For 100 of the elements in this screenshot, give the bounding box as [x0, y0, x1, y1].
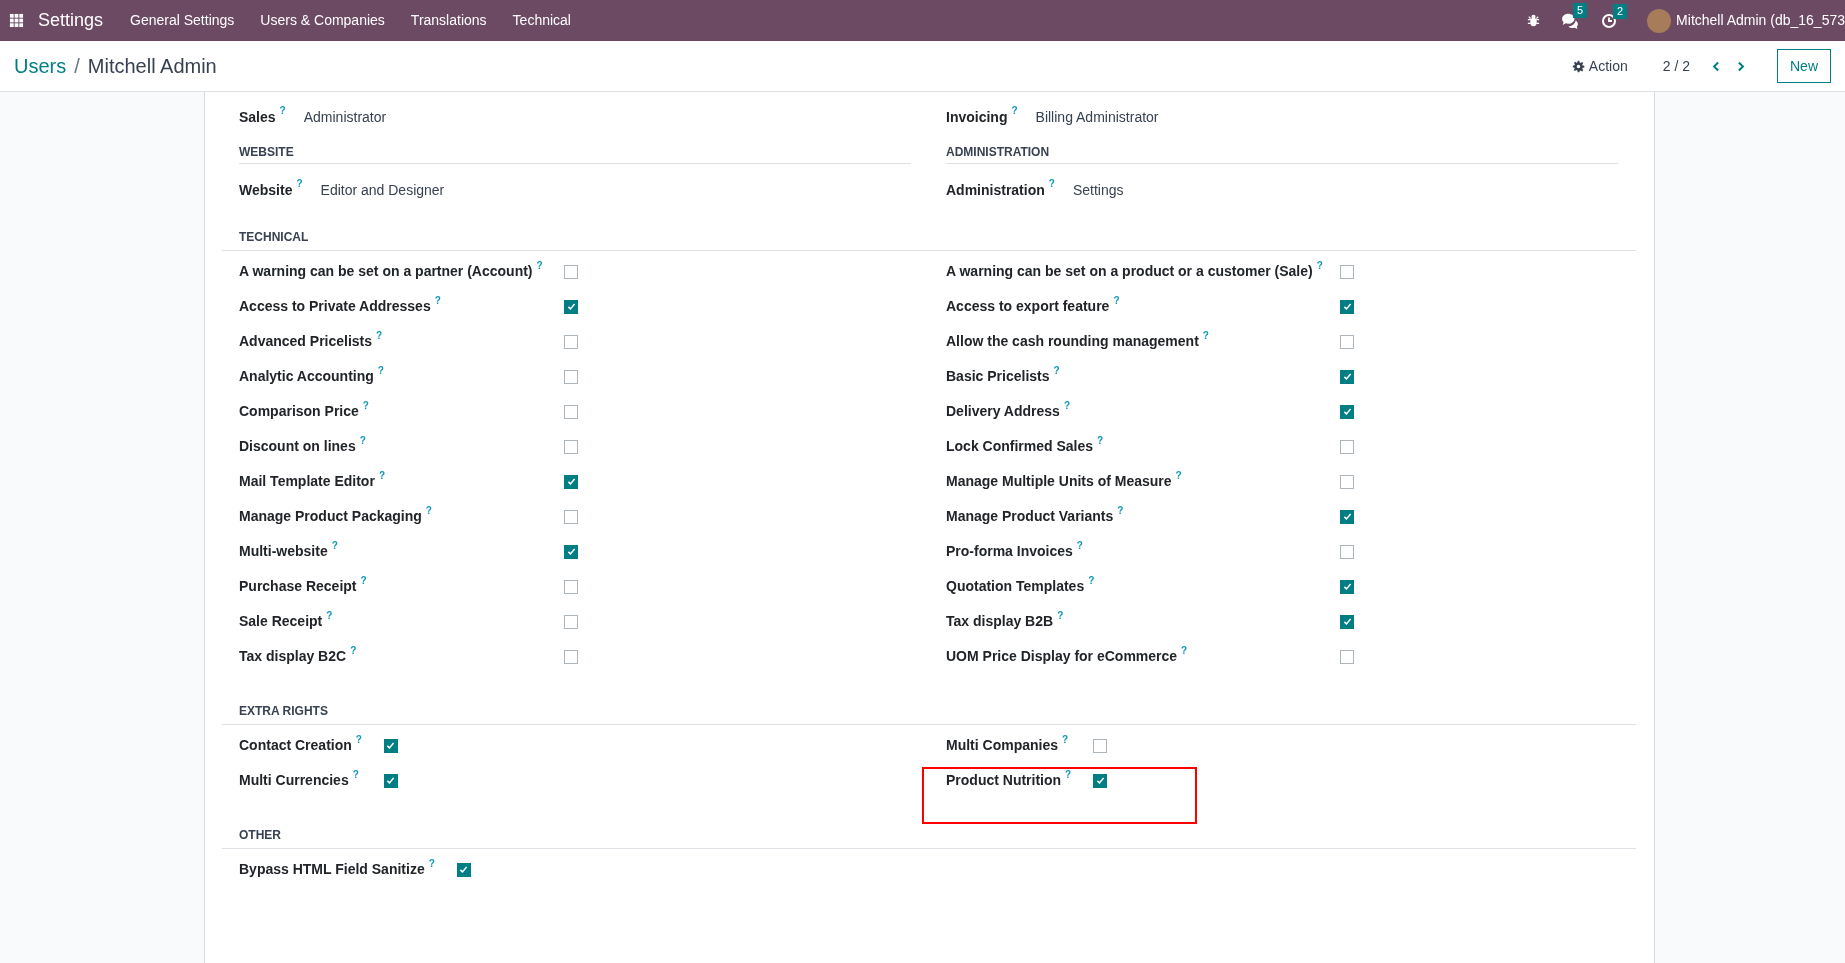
- help-tooltip-icon[interactable]: ?: [1175, 470, 1182, 481]
- help-tooltip-icon[interactable]: ?: [1097, 435, 1104, 446]
- checkbox[interactable]: [1340, 404, 1354, 419]
- checkbox[interactable]: [564, 404, 578, 419]
- field-value[interactable]: Editor and Designer: [320, 179, 445, 201]
- field-label: Comparison Price: [239, 402, 359, 421]
- checkbox[interactable]: [564, 544, 578, 559]
- field-label: Access to export feature: [946, 297, 1110, 316]
- nav-menu-item[interactable]: Technical: [499, 10, 584, 31]
- new-button[interactable]: New: [1777, 49, 1831, 83]
- field-label: Mail Template Editor: [239, 472, 375, 491]
- nav-menu-item[interactable]: General Settings: [117, 10, 248, 31]
- checkbox[interactable]: [1093, 773, 1108, 788]
- field-label: Lock Confirmed Sales: [946, 437, 1094, 456]
- checkbox[interactable]: [1340, 579, 1354, 594]
- field-label: Access to Private Addresses: [239, 297, 431, 316]
- checkmark-icon: [1341, 616, 1353, 627]
- help-tooltip-icon[interactable]: ?: [1062, 734, 1069, 745]
- message-count-badge: 5: [1573, 2, 1588, 18]
- field-label: UOM Price Display for eCommerce: [946, 647, 1178, 666]
- nav-menu-item[interactable]: Users & Companies: [247, 10, 398, 31]
- settings-icon[interactable]: [1571, 59, 1585, 73]
- help-tooltip-icon[interactable]: ?: [1048, 179, 1055, 189]
- help-tooltip-icon[interactable]: ?: [1076, 540, 1083, 551]
- checkbox[interactable]: [1340, 544, 1354, 559]
- help-tooltip-icon[interactable]: ?: [296, 179, 303, 189]
- checkbox[interactable]: [1340, 614, 1354, 629]
- checkmark-icon: [385, 740, 397, 751]
- help-tooltip-icon[interactable]: ?: [1053, 365, 1060, 376]
- apps-menu-icon[interactable]: [9, 13, 24, 28]
- app-title[interactable]: Settings: [38, 7, 104, 34]
- checkbox[interactable]: [564, 439, 578, 454]
- field-value[interactable]: Billing Administrator: [1035, 106, 1159, 128]
- clock-icon[interactable]: [1601, 12, 1618, 29]
- breadcrumb-link[interactable]: Users: [14, 51, 67, 81]
- checkbox[interactable]: [564, 264, 578, 279]
- user-name[interactable]: Mitchell Admin (db_16_573: [1676, 10, 1845, 31]
- help-tooltip-icon[interactable]: ?: [1088, 575, 1095, 586]
- checkbox[interactable]: [383, 738, 398, 753]
- checkbox[interactable]: [1340, 649, 1354, 664]
- help-tooltip-icon[interactable]: ?: [378, 470, 385, 481]
- checkbox[interactable]: [1340, 439, 1354, 454]
- field-label: Administration: [946, 180, 1045, 200]
- checkbox[interactable]: [1340, 474, 1354, 489]
- checkmark-icon: [1341, 581, 1353, 592]
- checkbox[interactable]: [1340, 299, 1354, 314]
- checkmark-icon: [1341, 371, 1353, 382]
- checkbox[interactable]: [1340, 369, 1354, 384]
- checkbox[interactable]: [456, 862, 471, 877]
- help-tooltip-icon[interactable]: ?: [331, 540, 338, 551]
- help-tooltip-icon[interactable]: ?: [1316, 260, 1323, 271]
- checkbox[interactable]: [564, 649, 578, 664]
- checkbox[interactable]: [564, 474, 578, 489]
- help-tooltip-icon[interactable]: ?: [362, 400, 369, 411]
- help-tooltip-icon[interactable]: ?: [376, 330, 383, 341]
- help-tooltip-icon[interactable]: ?: [1113, 295, 1120, 306]
- field-label: Multi Companies: [946, 736, 1058, 755]
- help-tooltip-icon[interactable]: ?: [1011, 106, 1018, 116]
- checkbox[interactable]: [564, 509, 578, 524]
- checkbox[interactable]: [564, 369, 578, 384]
- field-label: Tax display B2C: [239, 647, 347, 666]
- help-tooltip-icon[interactable]: ?: [352, 769, 359, 780]
- checkbox[interactable]: [564, 334, 578, 349]
- help-tooltip-icon[interactable]: ?: [355, 734, 362, 745]
- checkbox[interactable]: [564, 299, 578, 314]
- checkbox[interactable]: [383, 773, 398, 788]
- help-tooltip-icon[interactable]: ?: [350, 645, 357, 656]
- help-tooltip-icon[interactable]: ?: [1181, 645, 1188, 656]
- field-label: Contact Creation: [239, 736, 352, 755]
- field-value[interactable]: Settings: [1072, 179, 1124, 201]
- help-tooltip-icon[interactable]: ?: [536, 260, 543, 271]
- field-label: Analytic Accounting: [239, 367, 374, 386]
- nav-menu-item[interactable]: Translations: [397, 10, 500, 31]
- section-heading: ADMINISTRATION: [946, 143, 1618, 164]
- help-tooltip-icon[interactable]: ?: [326, 610, 333, 621]
- breadcrumb-separator: /: [74, 54, 80, 79]
- help-tooltip-icon[interactable]: ?: [360, 575, 367, 586]
- field-label: Product Nutrition: [946, 771, 1062, 790]
- help-tooltip-icon[interactable]: ?: [428, 858, 435, 869]
- checkbox[interactable]: [1340, 334, 1354, 349]
- help-tooltip-icon[interactable]: ?: [425, 505, 432, 516]
- help-tooltip-icon[interactable]: ?: [359, 435, 366, 446]
- help-tooltip-icon[interactable]: ?: [1202, 330, 1209, 341]
- bug-icon[interactable]: [1526, 13, 1542, 28]
- field-label: A warning can be set on a partner (Account): [239, 262, 533, 281]
- field-label: Tax display B2B: [946, 612, 1054, 631]
- checkbox[interactable]: [564, 579, 578, 594]
- help-tooltip-icon[interactable]: ?: [1063, 400, 1070, 411]
- field-value[interactable]: Administrator: [303, 106, 387, 128]
- help-tooltip-icon[interactable]: ?: [1065, 769, 1072, 780]
- checkbox[interactable]: [1340, 264, 1354, 279]
- help-tooltip-icon[interactable]: ?: [434, 295, 441, 306]
- checkbox[interactable]: [1340, 509, 1354, 524]
- help-tooltip-icon[interactable]: ?: [279, 106, 286, 116]
- checkbox[interactable]: [1093, 738, 1108, 753]
- checkbox[interactable]: [564, 614, 578, 629]
- help-tooltip-icon[interactable]: ?: [1117, 505, 1124, 516]
- action-button[interactable]: Action: [1571, 55, 1628, 77]
- help-tooltip-icon[interactable]: ?: [1057, 610, 1064, 621]
- help-tooltip-icon[interactable]: ?: [377, 365, 384, 376]
